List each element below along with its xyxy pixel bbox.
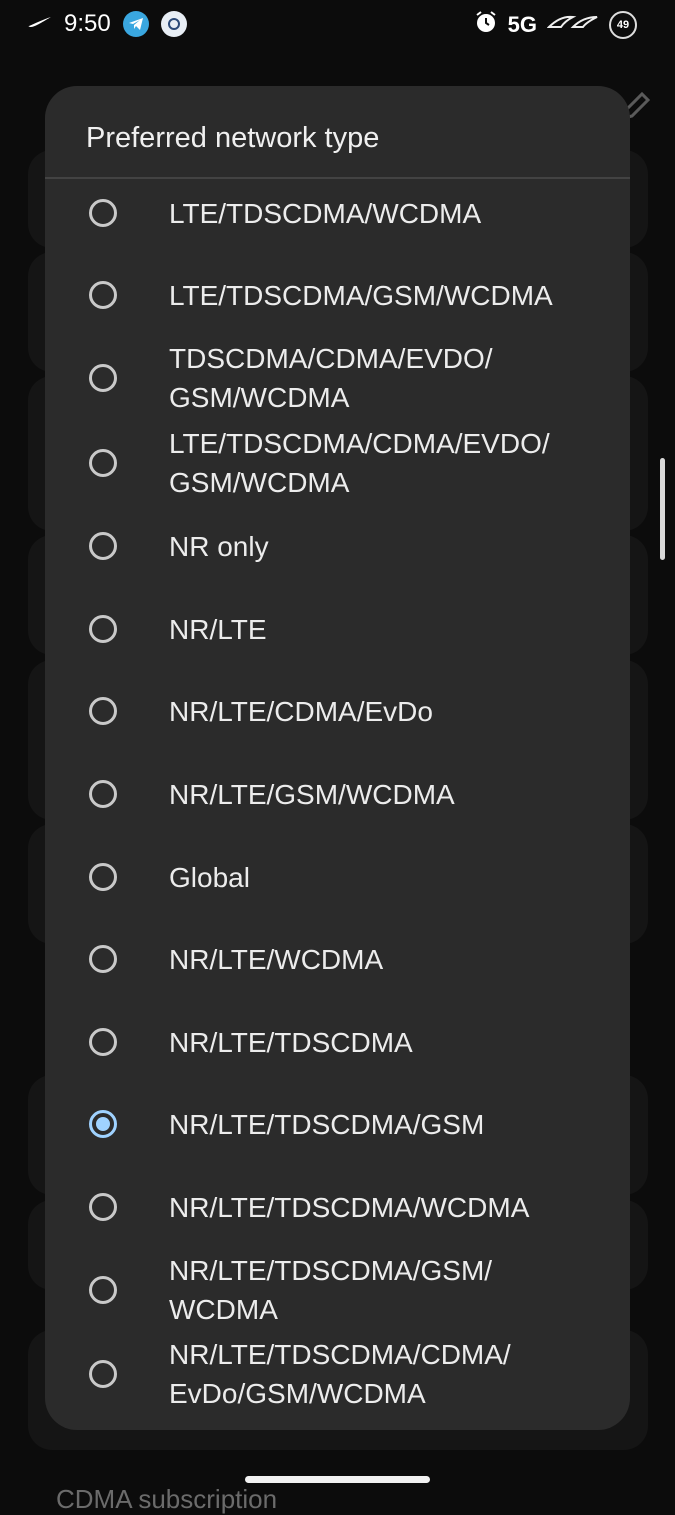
navigation-gesture-bar[interactable]	[245, 1476, 430, 1483]
option-label: LTE/TDSCDMA/GSM/WCDMA	[169, 276, 609, 315]
network-option[interactable]: NR/LTE/TDSCDMA/GSM/WCDMA	[45, 1249, 630, 1331]
network-type-indicator: 5G	[507, 11, 537, 37]
option-label: Global	[169, 858, 609, 897]
status-time: 9:50	[64, 10, 111, 37]
status-bar: 9:50 5G 49	[0, 0, 675, 52]
radio-button[interactable]	[89, 449, 117, 477]
radio-button[interactable]	[89, 1276, 117, 1304]
radio-button[interactable]	[89, 1028, 117, 1056]
network-option[interactable]: NR only	[45, 505, 630, 587]
option-label-line: NR/LTE/WCDMA	[169, 943, 384, 975]
option-label-line: NR/LTE/TDSCDMA/GSM/	[169, 1255, 493, 1286]
radio-button[interactable]	[89, 199, 117, 227]
network-option[interactable]: NR/LTE/TDSCDMA/CDMA/EvDo/GSM/WCDMA	[45, 1333, 630, 1415]
option-label-line: NR/LTE/TDSCDMA	[169, 1026, 413, 1058]
option-label-line: NR/LTE/GSM/WCDMA	[169, 778, 455, 810]
option-label-line: GSM/WCDMA	[169, 382, 350, 413]
network-option[interactable]: LTE/TDSCDMA/GSM/WCDMA	[45, 254, 630, 336]
network-option[interactable]: LTE/TDSCDMA/CDMA/EVDO/GSM/WCDMA	[45, 422, 630, 504]
option-label: TDSCDMA/CDMA/EVDO/GSM/WCDMA	[169, 339, 609, 417]
option-label-line: Global	[169, 861, 250, 893]
option-label: NR/LTE/CDMA/EvDo	[169, 692, 609, 731]
option-label-line: LTE/TDSCDMA/WCDMA	[169, 197, 482, 229]
option-label: LTE/TDSCDMA/WCDMA	[169, 194, 609, 233]
option-label: NR/LTE/TDSCDMA/GSM/WCDMA	[169, 1251, 609, 1329]
radio-button[interactable]	[89, 1110, 117, 1138]
network-option[interactable]: NR/LTE/TDSCDMA/GSM	[45, 1083, 630, 1165]
option-label: LTE/TDSCDMA/CDMA/EVDO/GSM/WCDMA	[169, 424, 609, 502]
network-option[interactable]: NR/LTE/TDSCDMA/WCDMA	[45, 1166, 630, 1248]
radio-button[interactable]	[89, 615, 117, 643]
option-label-line: NR/LTE/TDSCDMA/CDMA/	[169, 1339, 511, 1370]
option-label: NR/LTE/GSM/WCDMA	[169, 775, 609, 814]
radio-button[interactable]	[89, 1360, 117, 1388]
scrollbar[interactable]	[660, 458, 665, 560]
option-label-line: LTE/TDSCDMA/CDMA/EVDO/	[169, 428, 550, 459]
network-option[interactable]: LTE/TDSCDMA/WCDMA	[45, 172, 630, 254]
option-label-line: NR/LTE/TDSCDMA/WCDMA	[169, 1191, 530, 1223]
network-option[interactable]: NR/LTE	[45, 588, 630, 670]
radio-button[interactable]	[89, 281, 117, 309]
option-label-line: NR/LTE/CDMA/EvDo	[169, 695, 433, 727]
option-label-line: EvDo/GSM/WCDMA	[169, 1378, 426, 1409]
option-label-line: LTE/TDSCDMA/GSM/WCDMA	[169, 279, 553, 311]
battery-icon: 49	[609, 10, 637, 39]
option-label-line: WCDMA	[169, 1294, 278, 1325]
alarm-icon	[474, 10, 498, 39]
option-label: NR/LTE/TDSCDMA/GSM	[169, 1105, 609, 1144]
radio-button[interactable]	[89, 697, 117, 725]
network-option[interactable]: TDSCDMA/CDMA/EVDO/GSM/WCDMA	[45, 337, 630, 419]
option-label-line: GSM/WCDMA	[169, 467, 350, 498]
option-label: NR/LTE/TDSCDMA	[169, 1023, 609, 1062]
option-label-line: TDSCDMA/CDMA/EVDO/	[169, 343, 493, 374]
rog-logo-icon	[546, 13, 599, 36]
option-label-line: NR only	[169, 530, 269, 562]
telegram-icon	[122, 11, 149, 37]
app-notification-icon	[160, 11, 187, 37]
network-option[interactable]: NR/LTE/TDSCDMA	[45, 1001, 630, 1083]
radio-button[interactable]	[89, 780, 117, 808]
nike-swoosh-icon	[28, 15, 52, 33]
radio-button[interactable]	[89, 532, 117, 560]
dialog-title: Preferred network type	[86, 122, 380, 154]
option-label: NR/LTE/TDSCDMA/CDMA/EvDo/GSM/WCDMA	[169, 1335, 609, 1413]
radio-button[interactable]	[89, 945, 117, 973]
option-label: NR only	[169, 527, 609, 566]
radio-button[interactable]	[89, 863, 117, 891]
radio-button[interactable]	[89, 1193, 117, 1221]
option-label: NR/LTE/WCDMA	[169, 940, 609, 979]
network-option[interactable]: NR/LTE/CDMA/EvDo	[45, 670, 630, 752]
option-label: NR/LTE/TDSCDMA/WCDMA	[169, 1188, 609, 1227]
option-label-line: NR/LTE	[169, 613, 267, 645]
preferred-network-type-dialog: Preferred network type LTE/TDSCDMA/WCDMA…	[45, 86, 630, 1430]
radio-button[interactable]	[89, 364, 117, 392]
network-option[interactable]: NR/LTE/WCDMA	[45, 918, 630, 1000]
option-label-line: NR/LTE/TDSCDMA/GSM	[169, 1108, 485, 1140]
option-label: NR/LTE	[169, 610, 609, 649]
network-option[interactable]: Global	[45, 836, 630, 918]
network-option[interactable]: NR/LTE/GSM/WCDMA	[45, 753, 630, 835]
battery-level: 49	[616, 18, 630, 31]
